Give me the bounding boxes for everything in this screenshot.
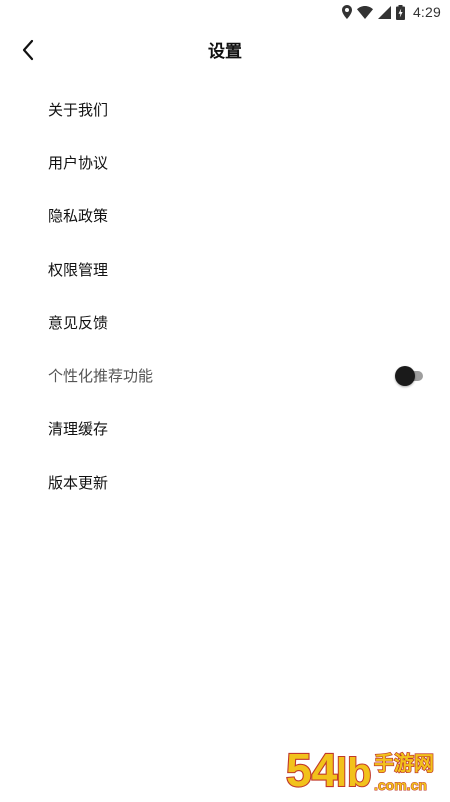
settings-item-label: 版本更新 <box>48 473 109 492</box>
signal-icon <box>377 5 391 19</box>
settings-item-feedback[interactable]: 意见反馈 <box>0 296 450 349</box>
svg-text:54: 54 <box>286 744 338 796</box>
settings-item-privacy-policy[interactable]: 隐私政策 <box>0 190 450 243</box>
settings-item-label: 隐私政策 <box>48 207 109 226</box>
location-icon <box>341 5 352 19</box>
svg-text:.com.cn: .com.cn <box>374 777 427 793</box>
page-title: 设置 <box>208 42 242 62</box>
settings-item-label: 清理缓存 <box>48 420 109 439</box>
settings-item-label: 个性化推荐功能 <box>48 367 154 386</box>
settings-item-clear-cache[interactable]: 清理缓存 <box>0 403 450 456</box>
wifi-icon <box>356 5 373 19</box>
svg-text:手游网: 手游网 <box>374 751 434 775</box>
svg-text:lb: lb <box>336 751 372 795</box>
settings-item-label: 意见反馈 <box>48 313 109 332</box>
status-bar: 4:29 <box>0 0 450 24</box>
status-icons: 4:29 <box>341 3 441 21</box>
watermark-logo: 54 lb 手游网 .com.cn <box>284 742 444 798</box>
settings-item-label: 权限管理 <box>48 260 109 279</box>
header: 设置 <box>0 24 450 80</box>
personalized-recommendation-toggle[interactable] <box>395 366 423 387</box>
settings-item-about-us[interactable]: 关于我们 <box>0 83 450 136</box>
settings-item-label: 关于我们 <box>48 100 109 119</box>
settings-list: 关于我们 用户协议 隐私政策 权限管理 意见反馈 个性化推荐功能 清理缓存 版本… <box>0 83 450 509</box>
settings-item-label: 用户协议 <box>48 153 109 172</box>
settings-item-personalized-recommendation: 个性化推荐功能 <box>0 349 450 402</box>
settings-item-user-agreement[interactable]: 用户协议 <box>0 136 450 189</box>
settings-item-version-update[interactable]: 版本更新 <box>0 456 450 509</box>
battery-charging-icon <box>395 4 405 20</box>
toggle-thumb <box>395 366 415 387</box>
status-time: 4:29 <box>412 4 441 20</box>
settings-item-permissions[interactable]: 权限管理 <box>0 243 450 296</box>
